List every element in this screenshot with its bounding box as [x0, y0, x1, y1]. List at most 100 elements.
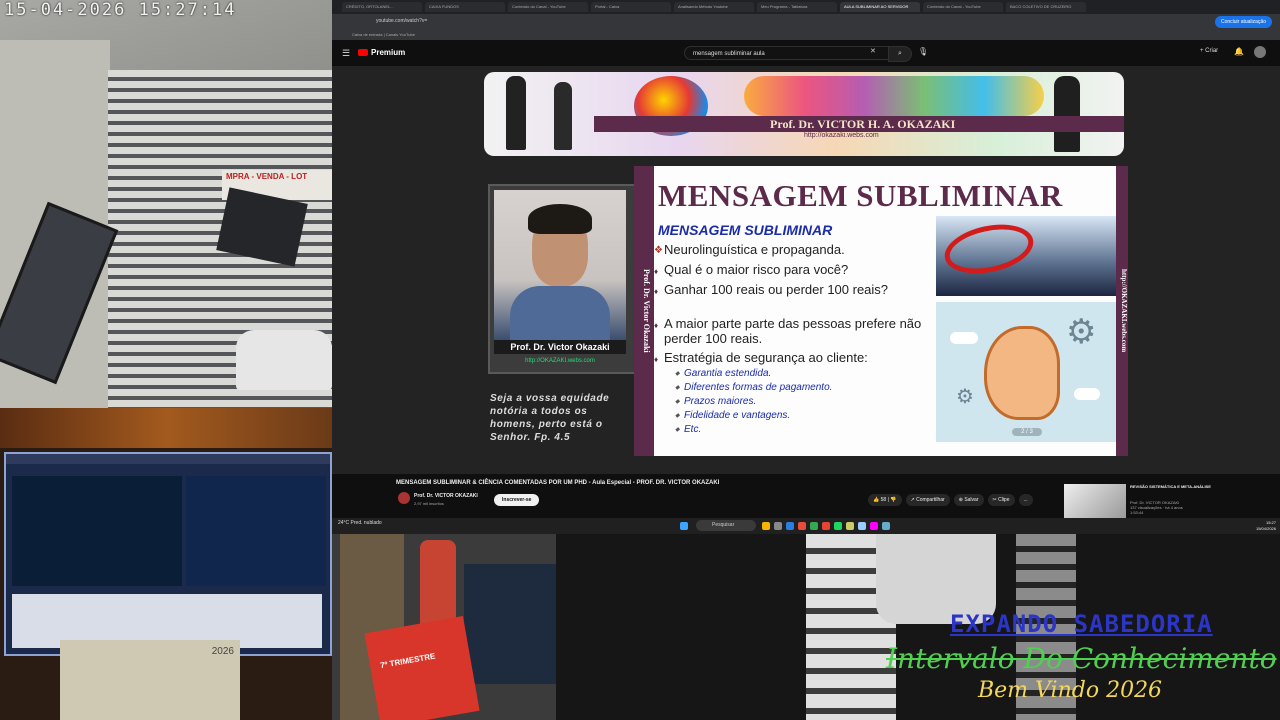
mic-icon[interactable]: 🎙 — [918, 47, 928, 56]
browser-tab[interactable]: Conteúdo do Canal - YouTube — [923, 2, 1003, 12]
like-button[interactable]: 👍 58 | 👎 — [868, 494, 902, 506]
share-label: Compartilhar — [916, 497, 945, 503]
presenter-photo-frame: Prof. Dr. Victor Okazaki http://OKAZAKI.… — [488, 184, 636, 374]
gear-icon: ⚙ — [956, 386, 974, 408]
app-icon[interactable] — [870, 522, 878, 530]
app-icon[interactable] — [882, 522, 890, 530]
create-button[interactable]: + Criar — [1200, 48, 1218, 54]
video-actions: 👍 58 | 👎 ↗ Compartilhar ⊕ Salvar ✂ Clipe… — [868, 494, 1033, 506]
menu-icon[interactable]: ☰ — [342, 48, 350, 59]
browser-tab[interactable]: Portal - Caixa — [591, 2, 671, 12]
browser-tab[interactable]: Conteúdo do Canal - YouTube — [508, 2, 588, 12]
taskbar-search[interactable]: Pesquisar — [696, 520, 756, 531]
browser-tab[interactable]: BACO COLETIVO DE CRUZEIRO — [1006, 2, 1086, 12]
overlay-line-2: Intervalo Do Conhecimento — [886, 642, 1277, 675]
slide-subtitle: MENSAGEM SUBLIMINAR — [658, 222, 833, 238]
app-icon[interactable] — [762, 522, 770, 530]
slide-vertical-right: http://OKAZAKI.webs.com — [1120, 269, 1128, 353]
camera-feed-desk: 7º TRIMESTRE — [332, 534, 556, 720]
cloud-icon — [1074, 388, 1100, 400]
cloud-icon — [950, 332, 978, 344]
app-icon[interactable] — [810, 522, 818, 530]
app-icon[interactable] — [798, 522, 806, 530]
start-icon[interactable] — [680, 522, 688, 530]
browser-tab[interactable]: Meu Programa - Tablatura — [757, 2, 837, 12]
update-button[interactable]: Concluir atualização — [1214, 16, 1272, 28]
app-icon[interactable] — [846, 522, 854, 530]
suggested-thumbnail[interactable] — [1064, 484, 1126, 518]
red-circle-mark — [940, 217, 1038, 281]
camera-feed-top: MPRA - VENDA - LOT 15-04-2026 15:27:14 — [0, 0, 332, 408]
app-icon[interactable] — [774, 522, 782, 530]
channel-subscribers: 2,97 mil inscritos — [414, 501, 444, 506]
notifications-icon[interactable]: 🔔 — [1234, 47, 1244, 56]
gear-icon: ⚙ — [1066, 313, 1097, 351]
desk-calendar: 2026 — [60, 640, 240, 720]
browser-window: CRÉDITO, ORTOLANEL... CAIXA FUNDOS Conteúd… — [332, 0, 1280, 518]
channel-name[interactable]: Prof. Dr. VICTOR OKAZAKI — [414, 493, 478, 499]
app-icon[interactable] — [786, 522, 794, 530]
suggested-title[interactable]: REVISÃO SISTEMÁTICA E META-ANÁLISE — [1130, 484, 1220, 490]
search-input[interactable]: mensagem subliminar aula — [684, 46, 890, 60]
address-bar[interactable] — [332, 14, 1280, 30]
camera-timestamp: 15-04-2026 15:27:14 — [4, 0, 237, 20]
camera-bag: 7º TRIMESTRE — [364, 616, 480, 720]
save-button[interactable]: ⊕ Salvar — [953, 494, 984, 506]
clock-date: 15/04/2026 — [1255, 526, 1276, 531]
browser-tabbar: CRÉDITO, ORTOLANEL... CAIXA FUNDOS Conteúd… — [332, 0, 1280, 14]
youtube-logo[interactable]: Premium — [358, 48, 405, 57]
slide-sub-bullet: Fidelidade e vantagens. — [675, 410, 790, 421]
banner-crowd — [744, 76, 1044, 116]
monitor-screen — [4, 452, 332, 656]
browser-tab[interactable]: CRÉDITO, ORTOLANEL... — [342, 2, 422, 12]
monitor-video-right — [186, 476, 326, 586]
avatar[interactable] — [1254, 46, 1266, 58]
browser-tab[interactable]: AULA SUBLIMINAR AO SERVIDOR — [840, 2, 920, 12]
app-icon[interactable] — [834, 522, 842, 530]
subscribe-button[interactable]: Inscrever-se — [494, 494, 540, 506]
presenter-url: http://OKAZAKI.webs.com — [525, 358, 595, 364]
banner-figure-2 — [554, 82, 572, 150]
slide-store-image — [936, 216, 1116, 296]
monitor-tabbar — [6, 454, 330, 464]
slide-vertical-left: Prof. Dr. Victor Okazaki — [642, 269, 651, 353]
slide-sub-bullet: Etc. — [675, 424, 701, 435]
slide-bullet: A maior parte parte das pessoas prefere … — [654, 316, 926, 346]
app-icon[interactable] — [858, 522, 866, 530]
bookmarks-bar[interactable]: Caixa de entrada | Canais YouTube — [332, 30, 1280, 40]
camera-feed-monitor: 2026 — [0, 408, 332, 720]
weather-widget[interactable]: 24°C Pred. nublado — [338, 520, 382, 526]
presenter-photo — [494, 190, 626, 340]
overlay-line-3: Bem Vindo 2026 — [978, 678, 1163, 703]
chrome-icon[interactable] — [822, 522, 830, 530]
browser-tab[interactable]: CAIXA FUNDOS — [425, 2, 505, 12]
browser-tab[interactable]: Analisando Método Youtube — [674, 2, 754, 12]
taskbar-clock[interactable]: 15:27 15/04/2026 — [1240, 520, 1276, 532]
monitor-video-left — [12, 476, 182, 586]
presenter-shirt — [510, 286, 610, 340]
slide-title: MENSAGEM SUBLIMINAR — [658, 178, 1063, 213]
slide-bullet: Ganhar 100 reais ou perder 100 reais? — [654, 282, 926, 299]
suggested-duration: 1:53:44 — [1130, 510, 1144, 515]
presenter-caption: Prof. Dr. Victor Okazaki — [494, 340, 626, 354]
bible-quote: Seja a vossa equidade notória a todos os… — [490, 393, 610, 443]
clip-label: Clipe — [998, 497, 1010, 503]
url-text[interactable]: youtube.com/watch?v= — [376, 18, 427, 24]
channel-avatar[interactable] — [398, 492, 410, 504]
video-title: MENSAGEM SUBLIMINAR & CIÊNCIA COMENTADAS… — [396, 480, 720, 486]
more-button[interactable]: ... — [1018, 494, 1033, 506]
search-button[interactable]: ⌕ — [888, 46, 912, 62]
clear-search-icon[interactable]: ✕ — [870, 47, 876, 55]
share-button[interactable]: ↗ Compartilhar — [905, 494, 950, 506]
windows-taskbar: 24°C Pred. nublado Pesquisar 15:27 15/04… — [332, 518, 1280, 534]
presenter-hair — [528, 204, 592, 234]
banner-figure-1 — [506, 76, 526, 150]
bag-text: 7º TRIMESTRE — [379, 651, 437, 671]
slide-head-image: ⚙ ⚙ 2 / 3 — [936, 302, 1116, 442]
clip-button[interactable]: ✂ Clipe — [987, 494, 1015, 506]
slide-bullet: Neurolinguística e propaganda. — [654, 242, 926, 258]
slide-sub-bullet: Prazos maiores. — [675, 396, 756, 407]
slide-sub-bullet: Diferentes formas de pagamento. — [675, 382, 832, 393]
slide: Prof. Dr. Victor Okazaki http://OKAZAKI.… — [634, 166, 1128, 456]
desk-year: 2026 — [211, 646, 234, 657]
